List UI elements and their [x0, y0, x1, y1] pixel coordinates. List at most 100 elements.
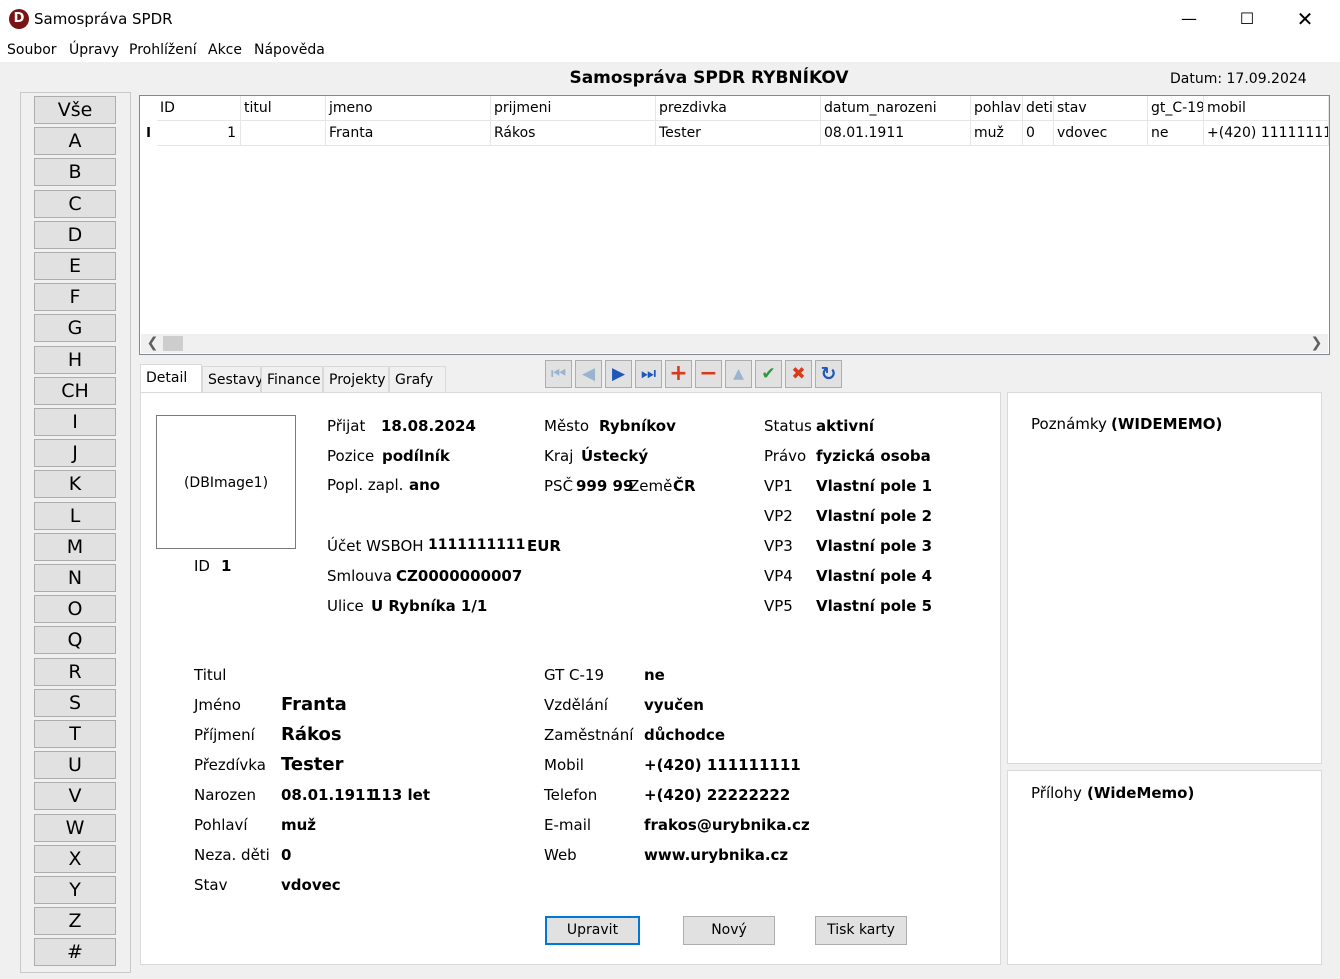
menu-upravy[interactable]: Úpravy — [69, 42, 119, 58]
tab-grafy[interactable]: Grafy — [389, 366, 446, 392]
last-icon[interactable]: ⏭ — [635, 360, 662, 388]
letter-button[interactable]: G — [34, 314, 116, 343]
horizontal-scrollbar[interactable]: ❮ ❯ — [141, 334, 1328, 353]
scroll-left-icon[interactable]: ❮ — [143, 334, 162, 353]
letter-button[interactable]: B — [34, 158, 116, 187]
vek-value: 113 let — [371, 786, 431, 804]
letter-button[interactable]: Y — [34, 876, 116, 904]
letter-button[interactable]: Z — [34, 907, 116, 936]
menu-prohlizeni[interactable]: Prohlížení — [129, 42, 197, 58]
tab-sestavy[interactable]: Sestavy — [202, 366, 263, 392]
data-grid[interactable]: I ❮ ❯ ID titul jmeno prijmeni prezdivka datum… — [139, 95, 1330, 355]
grid-cell[interactable]: 0 — [1023, 121, 1054, 146]
vp2-value: Vlastní pole 2 — [816, 507, 933, 525]
grid-cell[interactable] — [241, 121, 326, 146]
zamestnani-label: Zaměstnání — [544, 726, 634, 744]
letter-button[interactable]: I — [34, 408, 116, 436]
web-label: Web — [544, 846, 577, 864]
letter-button[interactable]: D — [34, 220, 116, 249]
letter-button[interactable]: W — [34, 813, 116, 842]
vp1-label: VP1 — [764, 477, 793, 495]
grid-cell[interactable]: vdovec — [1054, 121, 1148, 146]
letter-button[interactable]: F — [34, 283, 116, 312]
new-button[interactable]: Nový — [683, 916, 775, 945]
letter-button[interactable]: V — [34, 782, 116, 811]
column-header[interactable]: ID — [157, 96, 241, 121]
letter-button[interactable]: N — [34, 564, 116, 592]
tab-finance[interactable]: Finance — [261, 366, 323, 392]
letter-button[interactable]: # — [34, 938, 116, 967]
vp5-value: Vlastní pole 5 — [816, 597, 933, 615]
column-header[interactable]: stav — [1054, 96, 1148, 121]
print-card-button[interactable]: Tisk karty — [815, 916, 907, 945]
refresh-icon[interactable]: ↻ — [815, 360, 842, 388]
photo-image[interactable]: (DBImage1) — [156, 415, 296, 549]
grid-cell[interactable]: Tester — [656, 121, 821, 146]
insert-icon[interactable]: + — [665, 360, 692, 388]
column-header[interactable]: jmeno — [326, 96, 491, 121]
window-title: Samospráva SPDR — [34, 10, 173, 28]
first-icon[interactable]: ⏮ — [545, 360, 572, 388]
column-header[interactable]: gt_C-19 — [1148, 96, 1204, 121]
letter-button[interactable]: U — [34, 751, 116, 780]
letter-button[interactable]: S — [34, 688, 116, 717]
tab-detail[interactable]: Detail — [140, 364, 202, 394]
letter-button[interactable]: Q — [34, 626, 116, 655]
column-header[interactable]: deti — [1023, 96, 1054, 121]
ucet-label: Účet WSBOH — [327, 537, 424, 555]
column-header[interactable]: prezdivka — [656, 96, 821, 121]
letter-button[interactable]: CH — [34, 376, 116, 405]
grid-cell[interactable]: 1 — [157, 121, 241, 146]
notes-value: (WIDEMEMO) — [1111, 415, 1223, 433]
post-icon[interactable]: ✔ — [755, 360, 782, 388]
letter-button[interactable]: O — [34, 595, 116, 624]
menu-napoveda[interactable]: Nápověda — [254, 42, 325, 58]
current-date: Datum: 17.09.2024 — [1170, 71, 1307, 87]
letter-button[interactable]: L — [34, 501, 116, 530]
smlouva-value: CZ0000000007 — [396, 567, 523, 585]
letter-button[interactable]: C — [34, 189, 116, 218]
column-header[interactable]: titul — [241, 96, 326, 121]
edit-button[interactable]: Upravit — [545, 916, 640, 945]
prior-icon[interactable]: ◀ — [575, 360, 602, 388]
grid-cell[interactable]: Rákos — [491, 121, 656, 146]
letter-button[interactable]: Vše — [34, 96, 116, 124]
grid-cell[interactable]: muž — [971, 121, 1023, 146]
edit-icon[interactable]: ▲ — [725, 360, 752, 388]
letter-button[interactable]: J — [34, 439, 116, 468]
scroll-right-icon[interactable]: ❯ — [1307, 334, 1326, 353]
menu-akce[interactable]: Akce — [208, 42, 242, 58]
letter-button[interactable]: R — [34, 657, 116, 686]
letter-button[interactable]: M — [34, 532, 116, 561]
tab-projekty[interactable]: Projekty — [323, 366, 389, 392]
minimize-icon[interactable]: — — [1160, 0, 1218, 38]
pozice-value: podílník — [382, 447, 450, 465]
grid-cell[interactable]: Franta — [326, 121, 491, 146]
column-header[interactable]: pohlavi — [971, 96, 1023, 121]
scroll-thumb[interactable] — [163, 336, 183, 351]
letter-button[interactable]: K — [34, 470, 116, 499]
maximize-icon[interactable]: ☐ — [1218, 0, 1276, 38]
grid-cell[interactable]: ne — [1148, 121, 1204, 146]
menu-soubor[interactable]: Soubor — [7, 42, 57, 58]
cancel-icon[interactable]: ✖ — [785, 360, 812, 388]
letter-button[interactable]: X — [34, 844, 116, 873]
next-icon[interactable]: ▶ — [605, 360, 632, 388]
column-header[interactable]: mobil — [1204, 96, 1329, 121]
column-header[interactable]: datum_narozeni — [821, 96, 971, 121]
narozen-label: Narozen — [194, 786, 257, 804]
letter-button[interactable]: H — [34, 345, 116, 374]
title-bar: D Samospráva SPDR — ☐ ✕ — [0, 0, 1340, 38]
grid-cell[interactable]: +(420) 111111111 — [1204, 121, 1329, 146]
close-icon[interactable]: ✕ — [1276, 0, 1334, 38]
letter-button[interactable]: A — [34, 127, 116, 156]
mesto-label: Město — [544, 417, 590, 435]
pohlavi-label: Pohlaví — [194, 816, 248, 834]
letter-button[interactable]: T — [34, 720, 116, 748]
email-label: E-mail — [544, 816, 592, 834]
grid-cell[interactable]: 08.01.1911 — [821, 121, 971, 146]
letter-button[interactable]: E — [34, 252, 116, 280]
notes-panel[interactable] — [1007, 392, 1322, 764]
column-header[interactable]: prijmeni — [491, 96, 656, 121]
delete-icon[interactable]: − — [695, 360, 722, 388]
